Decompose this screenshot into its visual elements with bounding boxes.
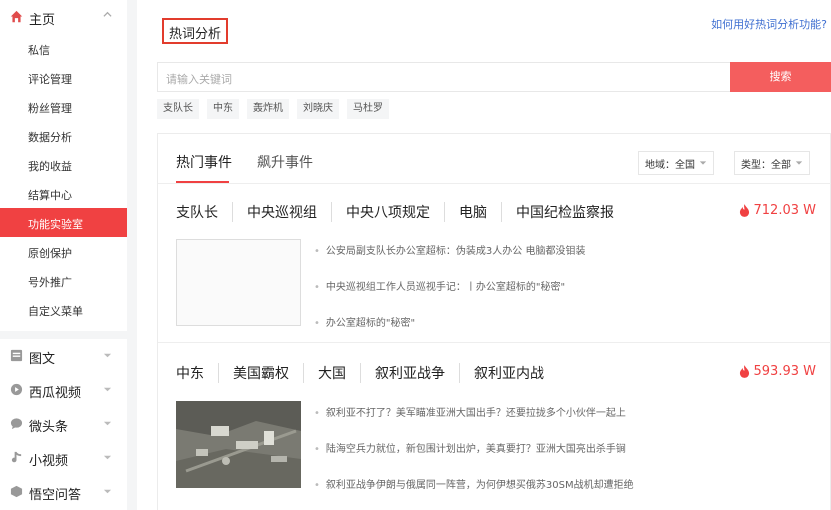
tab-hot-events[interactable]: 热门事件 (176, 152, 232, 172)
sidebar-group-wukong-qa[interactable]: 悟空问答 (0, 475, 127, 509)
hot-tag[interactable]: 马杜罗 (347, 99, 389, 119)
sidebar-item-label: 自定义菜单 (28, 305, 83, 318)
event-keyword[interactable]: 叙利亚战争 (360, 363, 459, 383)
sidebar-group-label: 西瓜视频 (29, 386, 82, 401)
hot-tag[interactable]: 中东 (207, 99, 239, 119)
events-panel: 热门事件 飙升事件 地域：全国 类型：全部 支队长 中央巡视组 中央八项规定 电… (157, 133, 831, 510)
event-keyword[interactable]: 支队长 (176, 202, 232, 222)
sidebar-group-label: 悟空问答 (29, 488, 82, 503)
sidebar-item-label: 原创保护 (28, 247, 72, 260)
chevron-down-icon (103, 489, 112, 494)
sidebar-item-label: 粉丝管理 (28, 102, 72, 115)
region-filter[interactable]: 地域：全国 (638, 151, 714, 175)
chat-bubble-icon (10, 418, 23, 430)
sidebar-divider (0, 331, 127, 339)
chevron-down-icon (103, 387, 112, 392)
search-input[interactable]: 请输入关键词 (157, 62, 730, 92)
chevron-up-icon[interactable] (103, 10, 112, 19)
event-card: 支队长 中央巡视组 中央八项规定 电脑 中国纪检监察报 712.03 W 公安局… (176, 202, 816, 342)
type-filter[interactable]: 类型：全部 (734, 151, 810, 175)
sidebar-item-label: 号外推广 (28, 276, 72, 289)
event-keyword[interactable]: 叙利亚内战 (459, 363, 558, 383)
heat-score: 593.93 W (739, 364, 816, 379)
event-keyword[interactable]: 中央八项规定 (331, 202, 444, 222)
music-note-icon (11, 451, 22, 463)
hot-tags: 支队长 中东 轰炸机 刘晓庆 马杜罗 (157, 99, 389, 119)
sidebar-item-home[interactable]: 主页 (0, 0, 127, 34)
event-headline[interactable]: 叙利亚不打了？美军瞄准亚洲大国出手？还要拉拢多个小伙伴一起上 (314, 404, 626, 419)
hot-tag[interactable]: 刘晓庆 (297, 99, 339, 119)
tab-rising-events[interactable]: 飙升事件 (257, 152, 313, 172)
sidebar-item-label: 私信 (28, 44, 50, 57)
event-keyword[interactable]: 中国纪检监察报 (501, 202, 628, 222)
chevron-down-icon (699, 161, 707, 165)
event-headline[interactable]: 叙利亚战争伊朗与俄属同一阵营，为何伊想买俄苏30SM战机却遭拒绝 (314, 476, 634, 491)
heat-score: 712.03 W (739, 203, 816, 218)
sidebar-item-analytics[interactable]: 数据分析 (0, 121, 127, 150)
event-headline[interactable]: 办公室超标的"秘密" (314, 314, 415, 329)
sidebar-item-comments[interactable]: 评论管理 (0, 63, 127, 92)
event-headline[interactable]: 中央巡视组工作人员巡视手记：丨办公室超标的"秘密" (314, 278, 565, 293)
main-content: 热词分析 如何用好热词分析功能? 请输入关键词 搜索 支队长 中东 轰炸机 刘晓… (137, 0, 831, 510)
sidebar-item-label: 评论管理 (28, 73, 72, 86)
event-headline[interactable]: 公安局副支队长办公室超标：伪装成3人办公 电脑都没钼装 (314, 242, 586, 257)
chevron-down-icon (103, 455, 112, 460)
sidebar-group-article[interactable]: 图文 (0, 339, 127, 373)
event-keyword[interactable]: 美国霸权 (218, 363, 303, 383)
sidebar-group-label: 微头条 (29, 420, 69, 435)
event-keyword[interactable]: 电脑 (444, 202, 501, 222)
sidebar-item-label: 我的收益 (28, 160, 72, 173)
search-button[interactable]: 搜索 (730, 62, 831, 92)
event-keyword[interactable]: 中东 (176, 363, 218, 383)
sidebar-group-short-video[interactable]: 小视频 (0, 441, 127, 475)
sidebar-item-fans[interactable]: 粉丝管理 (0, 92, 127, 121)
sidebar-item-label: 数据分析 (28, 131, 72, 144)
sidebar-item-promotion[interactable]: 号外推广 (0, 266, 127, 295)
aerial-photo-image (176, 401, 301, 488)
play-circle-icon (10, 383, 23, 396)
sidebar-item-settlement[interactable]: 结算中心 (0, 179, 127, 208)
sidebar-item-lab[interactable]: 功能实验室 (0, 208, 127, 237)
sidebar-group-label: 图文 (29, 352, 56, 367)
flame-icon (739, 365, 749, 378)
event-headline[interactable]: 陆海空兵力就位，新包围计划出炉，美真要打？亚洲大国亮出杀手锏 (314, 440, 626, 455)
page-title: 热词分析 (162, 18, 229, 44)
sidebar-group-label: 小视频 (29, 454, 69, 469)
sidebar-item-label: 功能实验室 (28, 218, 83, 231)
event-keyword[interactable]: 中央巡视组 (232, 202, 331, 222)
sidebar-item-label: 结算中心 (28, 189, 72, 202)
type-filter-label: 类型：全部 (741, 159, 791, 171)
help-link[interactable]: 如何用好热词分析功能? (711, 16, 827, 32)
region-filter-label: 地域：全国 (645, 159, 695, 171)
event-thumbnail[interactable] (176, 401, 301, 488)
sidebar-item-earnings[interactable]: 我的收益 (0, 150, 127, 179)
flame-icon (739, 204, 749, 217)
event-keywords: 支队长 中央巡视组 中央八项规定 电脑 中国纪检监察报 (176, 202, 628, 222)
sidebar-item-messages[interactable]: 私信 (0, 34, 127, 63)
event-keyword[interactable]: 大国 (303, 363, 360, 383)
home-icon (10, 10, 23, 23)
event-thumbnail[interactable] (176, 239, 301, 326)
chevron-down-icon (103, 353, 112, 358)
active-tab-indicator (176, 181, 229, 183)
sidebar-item-label: 主页 (29, 13, 56, 28)
sidebar-item-original-protection[interactable]: 原创保护 (0, 237, 127, 266)
sidebar-group-xigua-video[interactable]: 西瓜视频 (0, 373, 127, 407)
heat-value: 593.93 W (753, 364, 816, 379)
tab-divider (158, 183, 831, 184)
sidebar-item-custom-menu[interactable]: 自定义菜单 (0, 295, 127, 324)
answer-icon (10, 485, 23, 498)
hot-tag[interactable]: 轰炸机 (247, 99, 289, 119)
sidebar-group-weitoutiao[interactable]: 微头条 (0, 407, 127, 441)
event-card: 中东 美国霸权 大国 叙利亚战争 叙利亚内战 593.93 W • 叙利亚不打了… (176, 363, 816, 503)
event-divider (158, 342, 831, 343)
hot-tag[interactable]: 支队长 (157, 99, 199, 119)
article-icon (10, 349, 23, 362)
sidebar: 主页 私信 评论管理 粉丝管理 数据分析 我的收益 结算中心 功能实验室 原创保… (0, 0, 127, 510)
event-keywords: 中东 美国霸权 大国 叙利亚战争 叙利亚内战 (176, 363, 558, 383)
chevron-down-icon (103, 421, 112, 426)
heat-value: 712.03 W (753, 203, 816, 218)
chevron-down-icon (795, 161, 803, 165)
